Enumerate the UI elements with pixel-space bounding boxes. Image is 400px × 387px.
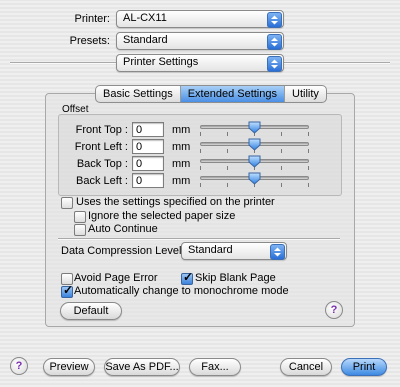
print-button[interactable]: Print xyxy=(341,358,387,376)
cancel-button[interactable]: Cancel xyxy=(280,358,332,376)
use-printer-settings-checkbox[interactable] xyxy=(61,197,73,209)
offset-row-label: Back Top : xyxy=(76,158,128,170)
offset-slider[interactable] xyxy=(200,172,309,190)
presets-label: Presets: xyxy=(69,35,110,47)
offset-value-field[interactable]: 0 xyxy=(132,173,164,188)
panel-help-button[interactable]: ? xyxy=(325,301,343,319)
auto-monochrome-checkbox[interactable]: ✓ xyxy=(61,283,74,298)
skip-blank-page-checkbox[interactable]: ✓ xyxy=(181,270,194,285)
tab-basic-settings[interactable]: Basic Settings xyxy=(96,86,181,102)
printer-value: AL-CX11 xyxy=(123,12,167,24)
tab-utility[interactable]: Utility xyxy=(285,86,326,102)
slider-thumb-icon[interactable] xyxy=(248,155,261,171)
compression-value: Standard xyxy=(188,244,233,256)
checkmark-icon: ✓ xyxy=(183,270,194,284)
offset-row-label: Front Left : xyxy=(74,141,128,153)
unit-label: mm xyxy=(172,141,191,153)
auto-continue-checkbox[interactable] xyxy=(74,224,86,236)
fax-button[interactable]: Fax... xyxy=(189,358,241,376)
popup-arrows-icon xyxy=(267,12,282,28)
offset-row-label: Front Top : xyxy=(75,124,128,136)
ignore-paper-size-label: Ignore the selected paper size xyxy=(88,210,236,222)
offset-value-field[interactable]: 0 xyxy=(132,122,164,137)
offset-value-field[interactable]: 0 xyxy=(132,139,164,154)
presets-value: Standard xyxy=(123,34,168,46)
panel-value: Printer Settings xyxy=(123,56,199,68)
slider-thumb-icon[interactable] xyxy=(248,121,261,137)
offset-slider[interactable] xyxy=(200,155,309,173)
offset-row-label: Back Left : xyxy=(76,175,128,187)
preview-button[interactable]: Preview xyxy=(43,358,95,376)
tab-bar: Basic Settings Extended Settings Utility xyxy=(95,85,327,103)
checkmark-icon: ✓ xyxy=(63,283,74,297)
separator xyxy=(58,238,340,240)
offset-value-field[interactable]: 0 xyxy=(132,156,164,171)
save-as-pdf-button[interactable]: Save As PDF... xyxy=(104,358,180,376)
panel-popup[interactable]: Printer Settings xyxy=(116,54,284,72)
compression-label: Data Compression Level : xyxy=(61,245,188,257)
unit-label: mm xyxy=(172,124,191,136)
default-button[interactable]: Default xyxy=(60,302,122,320)
compression-popup[interactable]: Standard xyxy=(181,242,287,260)
offset-slider[interactable] xyxy=(200,138,309,156)
use-printer-settings-label: Uses the settings specified on the print… xyxy=(76,196,275,208)
offset-slider[interactable] xyxy=(200,121,309,139)
presets-popup[interactable]: Standard xyxy=(116,32,284,50)
popup-arrows-icon xyxy=(267,34,282,50)
auto-continue-label: Auto Continue xyxy=(88,223,158,235)
slider-thumb-icon[interactable] xyxy=(248,172,261,188)
unit-label: mm xyxy=(172,158,191,170)
skip-blank-page-label: Skip Blank Page xyxy=(195,272,276,284)
avoid-page-error-label: Avoid Page Error xyxy=(74,272,158,284)
printer-popup[interactable]: AL-CX11 xyxy=(116,10,284,28)
popup-arrows-icon xyxy=(270,244,285,260)
popup-arrows-icon xyxy=(267,56,282,72)
ignore-paper-size-checkbox[interactable] xyxy=(74,211,86,223)
tab-extended-settings[interactable]: Extended Settings xyxy=(180,86,285,102)
help-button[interactable]: ? xyxy=(10,357,28,375)
slider-thumb-icon[interactable] xyxy=(248,138,261,154)
unit-label: mm xyxy=(172,175,191,187)
printer-label: Printer: xyxy=(74,13,110,25)
auto-monochrome-label: Automatically change to monochrome mode xyxy=(74,285,289,297)
